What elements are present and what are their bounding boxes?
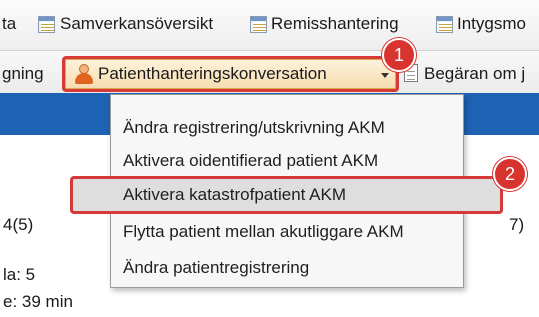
count-fragment: 7): [509, 215, 525, 234]
menu-item-andra-registrering[interactable]: Ändra registrering/utskrivning AKM: [123, 117, 385, 139]
summary-line-2: e: 39 min: [3, 292, 73, 311]
toolbar-item-truncated[interactable]: ta: [2, 14, 16, 34]
step1-highlight: [62, 56, 399, 92]
menu-item-aktivera-oidentifierad[interactable]: Aktivera oidentifierad patient AKM: [123, 150, 378, 172]
menu-item-flytta-patient[interactable]: Flytta patient mellan akutliggare AKM: [123, 221, 404, 243]
toolbar-item-label: Intygsmo: [457, 14, 526, 33]
summary-line-1: la: 5: [3, 265, 36, 284]
step-2-badge: 2: [493, 157, 527, 191]
request-button-label: Begäran om j: [424, 64, 526, 83]
window-grid-icon: [436, 16, 453, 33]
window-grid-icon: [38, 16, 55, 33]
main-toolbar: ta Samverkansöversikt Remisshantering In…: [0, 0, 539, 51]
toolbar-item-label: Remisshantering: [271, 14, 399, 33]
menu-item-andra-patientregistrering[interactable]: Ändra patientregistrering: [123, 257, 309, 279]
menu-item-aktivera-katastrofpatient[interactable]: Aktivera katastrofpatient AKM: [123, 184, 346, 206]
toolbar-item-truncated[interactable]: gning: [2, 64, 44, 84]
toolbar-item-label: Samverkansöversikt: [60, 14, 214, 33]
step-1-badge: 1: [382, 38, 416, 72]
window-grid-icon: [250, 16, 267, 33]
count-label: 4(5): [3, 215, 34, 234]
